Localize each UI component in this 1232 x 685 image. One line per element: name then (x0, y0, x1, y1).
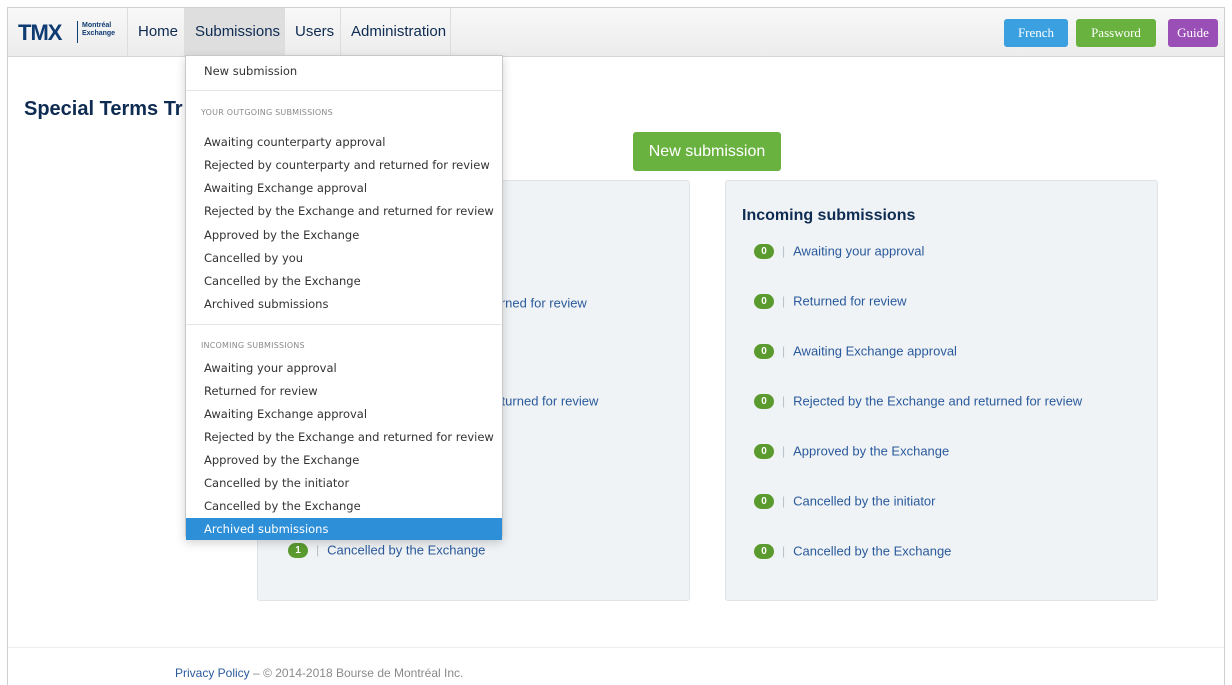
incoming-row-label: Cancelled by the initiator (793, 493, 936, 509)
dropdown-item-incoming[interactable]: Rejected by the Exchange and returned fo… (186, 426, 502, 448)
password-button[interactable]: Password (1076, 19, 1156, 47)
count-badge: 0 (754, 294, 774, 310)
incoming-panel: Incoming submissions 0 | Awaiting your app… (725, 180, 1158, 601)
count-badge: 1 (288, 543, 308, 559)
count-badge: 0 (754, 444, 774, 460)
dropdown-header-incoming: INCOMING SUBMISSIONS (201, 341, 305, 350)
dropdown-item-new-submission[interactable]: New submission (186, 60, 502, 82)
count-badge: 0 (754, 544, 774, 560)
dropdown-header-outgoing: YOUR OUTGOING SUBMISSIONS (201, 108, 333, 117)
incoming-row-label: Returned for review (793, 293, 907, 309)
dropdown-item-incoming[interactable]: Cancelled by the initiator (186, 472, 502, 494)
dropdown-item-incoming[interactable]: Approved by the Exchange (186, 449, 502, 471)
row-separator: | (782, 344, 786, 358)
row-separator: | (782, 294, 786, 308)
new-submission-button[interactable]: New submission (633, 132, 781, 171)
dropdown-item-incoming[interactable]: Returned for review (186, 380, 502, 402)
row-separator: | (782, 244, 786, 258)
outgoing-row[interactable]: returned for review (490, 392, 598, 410)
incoming-row[interactable]: 0 | Rejected by the Exchange and returned … (754, 392, 1082, 410)
outgoing-row[interactable]: 1 | Cancelled by the Exchange (288, 541, 485, 559)
dropdown-item-outgoing[interactable]: Cancelled by you (186, 247, 502, 269)
footer: Privacy Policy – © 2014-2018 Bourse de M… (175, 666, 463, 680)
nav-submissions-label: Submissions (195, 23, 281, 40)
dropdown-item-outgoing[interactable]: Approved by the Exchange (186, 224, 502, 246)
outgoing-row-label: returned for review (490, 393, 599, 409)
dropdown-item-outgoing[interactable]: Cancelled by the Exchange (186, 270, 502, 292)
submissions-dropdown-menu: New submission YOUR OUTGOING SUBMISSIONS… (185, 55, 503, 540)
dropdown-item-incoming[interactable]: Cancelled by the Exchange (186, 495, 502, 517)
privacy-policy-link[interactable]: Privacy Policy (175, 666, 250, 680)
copyright-text: © 2014-2018 Bourse de Montréal Inc. (263, 666, 464, 680)
dropdown-item-outgoing[interactable]: Archived submissions (186, 293, 502, 315)
incoming-row-label: Approved by the Exchange (793, 443, 950, 459)
row-separator: | (782, 444, 786, 458)
dropdown-item-outgoing[interactable]: Rejected by the Exchange and returned fo… (186, 200, 502, 222)
incoming-row-label: Awaiting Exchange approval (793, 343, 957, 359)
count-badge: 0 (754, 344, 774, 360)
row-separator: | (316, 543, 320, 557)
outgoing-row[interactable]: turned for review (490, 294, 587, 312)
incoming-row[interactable]: 0 | Approved by the Exchange (754, 442, 949, 460)
nav-submissions[interactable]: Submissions (185, 8, 285, 83)
incoming-row-label: Cancelled by the Exchange (793, 543, 952, 559)
incoming-row-label: Awaiting your approval (793, 243, 925, 259)
incoming-row[interactable]: 0 | Cancelled by the initiator (754, 492, 935, 510)
incoming-row[interactable]: 0 | Cancelled by the Exchange (754, 542, 951, 560)
count-badge: 0 (754, 244, 774, 260)
logo-subtitle: Montréal Exchange (82, 22, 115, 38)
dropdown-divider (186, 90, 502, 91)
browser-frame: TMX Montréal Exchange Home Submissions U… (7, 7, 1225, 685)
page-title: Special Terms Tr (24, 98, 183, 120)
dropdown-item-outgoing[interactable]: Awaiting counterparty approval (186, 131, 502, 153)
dropdown-item-incoming-archived[interactable]: Archived submissions (186, 518, 502, 540)
count-badge: 0 (754, 494, 774, 510)
logo-subtitle-line1: Montréal (82, 22, 112, 29)
row-separator: | (782, 494, 786, 508)
logo-subtitle-line2: Exchange (82, 30, 116, 37)
footer-divider (8, 647, 1224, 648)
dropdown-item-incoming[interactable]: Awaiting Exchange approval (186, 403, 502, 425)
dropdown-item-outgoing[interactable]: Rejected by counterparty and returned fo… (186, 154, 502, 176)
tmx-logo-text: TMX (18, 20, 62, 45)
dropdown-item-outgoing[interactable]: Awaiting Exchange approval (186, 177, 502, 199)
outgoing-row-label: Cancelled by the Exchange (327, 542, 486, 558)
dropdown-item-incoming[interactable]: Awaiting your approval (186, 357, 502, 379)
incoming-row[interactable]: 0 | Awaiting your approval (754, 242, 924, 260)
outgoing-row-label: turned for review (490, 295, 587, 311)
guide-button[interactable]: Guide (1168, 19, 1218, 47)
nav-users[interactable]: Users (285, 8, 341, 56)
nav-home[interactable]: Home (128, 8, 185, 56)
incoming-row[interactable]: 0 | Returned for review (754, 292, 907, 310)
dropdown-divider (186, 324, 502, 325)
logo-divider (77, 21, 78, 43)
incoming-panel-title: Incoming submissions (742, 207, 916, 224)
top-navbar: TMX Montréal Exchange Home Submissions U… (8, 8, 1224, 83)
footer-separator: – (253, 666, 260, 680)
count-badge: 0 (754, 394, 774, 410)
brand-logo[interactable]: TMX Montréal Exchange (8, 8, 128, 56)
row-separator: | (782, 394, 786, 408)
row-separator: | (782, 544, 786, 558)
nav-administration[interactable]: Administration (341, 8, 451, 56)
incoming-row[interactable]: 0 | Awaiting Exchange approval (754, 342, 957, 360)
incoming-row-label: Rejected by the Exchange and returned fo… (793, 393, 1083, 409)
french-button[interactable]: French (1004, 19, 1068, 47)
